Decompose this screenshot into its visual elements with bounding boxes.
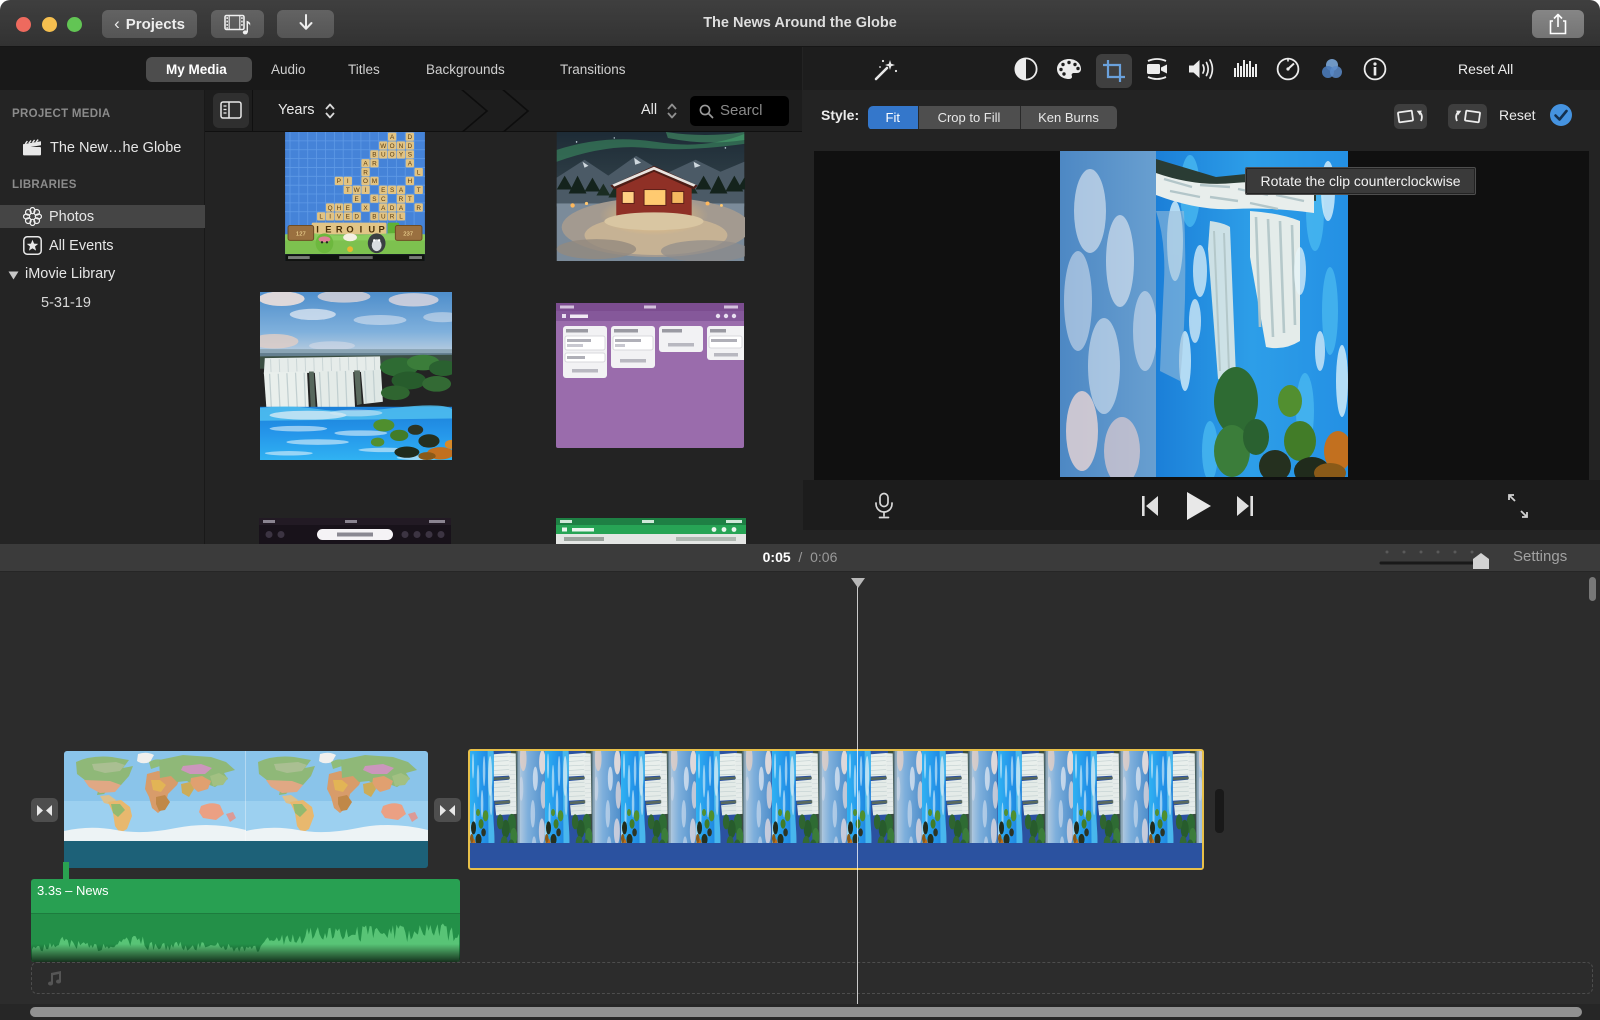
svg-text:A: A — [381, 205, 386, 212]
svg-text:S: S — [372, 196, 376, 203]
svg-text:P: P — [378, 224, 384, 234]
svg-text:E: E — [346, 214, 350, 221]
svg-text:T: T — [346, 187, 350, 194]
svg-text:I: I — [316, 224, 319, 234]
svg-text:W: W — [354, 187, 361, 194]
svg-text:O: O — [390, 152, 395, 159]
svg-text:H: H — [337, 205, 342, 212]
svg-text:C: C — [381, 196, 386, 203]
svg-text:E: E — [355, 196, 359, 203]
svg-text:R: R — [390, 214, 395, 221]
svg-text:S: S — [408, 152, 412, 159]
svg-text:I: I — [329, 214, 331, 221]
svg-text:E: E — [381, 187, 385, 194]
svg-text:D: D — [390, 205, 395, 212]
svg-text:I: I — [365, 187, 367, 194]
svg-text:B: B — [372, 214, 376, 221]
svg-text:E: E — [346, 205, 350, 212]
svg-text:T: T — [408, 196, 412, 203]
svg-text:R: R — [399, 196, 404, 203]
svg-text:A: A — [399, 187, 404, 194]
svg-text:D: D — [408, 134, 413, 141]
svg-text:P: P — [337, 178, 341, 185]
svg-text:M: M — [372, 178, 377, 185]
svg-text:L: L — [417, 169, 421, 176]
svg-text:O: O — [390, 143, 395, 150]
svg-text:L: L — [319, 214, 323, 221]
svg-text:X: X — [363, 205, 368, 212]
svg-text:R: R — [372, 160, 377, 167]
svg-text:N: N — [399, 143, 404, 150]
svg-text:A: A — [408, 160, 413, 167]
svg-text:127: 127 — [296, 231, 306, 237]
svg-text:A: A — [390, 134, 395, 141]
svg-text:T: T — [417, 187, 421, 194]
svg-text:U: U — [381, 152, 386, 159]
svg-text:W: W — [380, 143, 387, 150]
svg-text:E: E — [325, 224, 331, 234]
svg-text:I: I — [347, 178, 349, 185]
svg-text:U: U — [368, 224, 375, 234]
svg-text:I: I — [360, 224, 363, 234]
svg-text:R: R — [363, 169, 368, 176]
svg-text:D: D — [408, 143, 413, 150]
svg-text:O: O — [346, 224, 353, 234]
svg-text:H: H — [408, 178, 413, 185]
svg-text:O: O — [363, 178, 368, 185]
svg-text:Q: Q — [328, 205, 333, 212]
svg-text:L: L — [399, 214, 403, 221]
svg-text:Y: Y — [399, 152, 404, 159]
svg-text:B: B — [372, 152, 376, 159]
svg-text:R: R — [336, 224, 343, 234]
svg-text:S: S — [390, 187, 394, 194]
svg-text:R: R — [416, 205, 421, 212]
svg-text:A: A — [363, 160, 368, 167]
svg-text:U: U — [381, 214, 386, 221]
svg-text:237: 237 — [403, 231, 413, 237]
svg-text:V: V — [337, 214, 342, 221]
svg-text:D: D — [354, 214, 359, 221]
svg-text:A: A — [399, 205, 404, 212]
